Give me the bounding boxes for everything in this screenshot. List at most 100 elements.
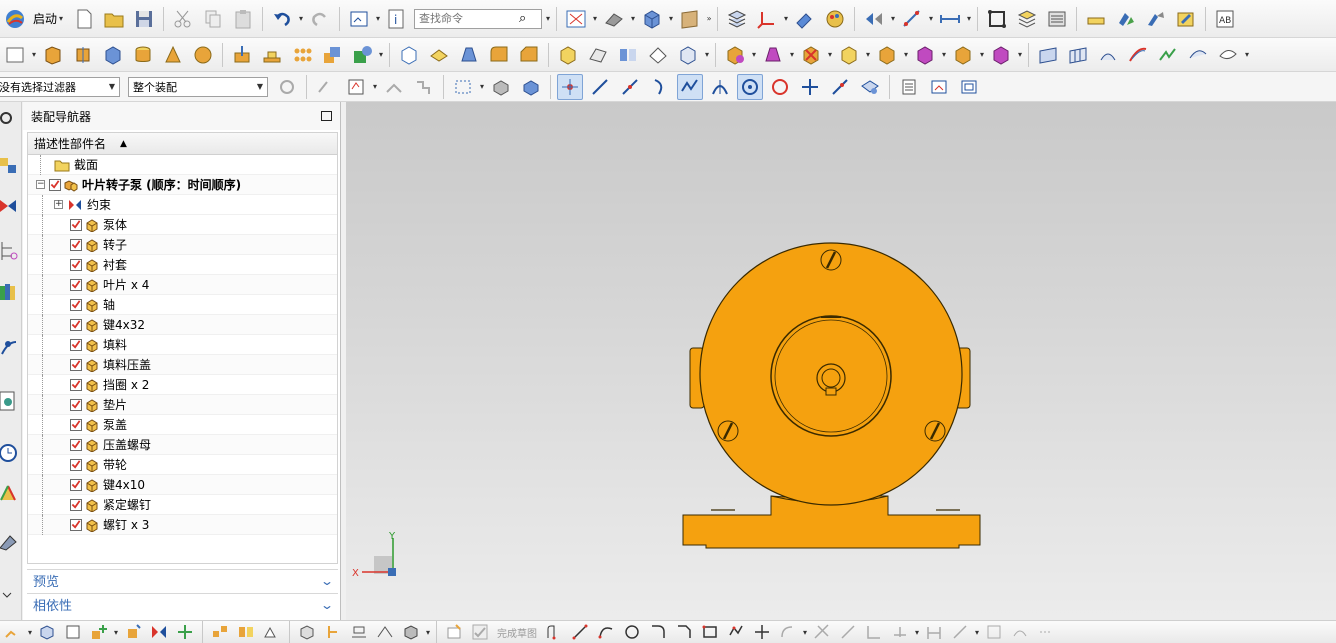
tree-row-part[interactable]: 压盖螺母 bbox=[28, 435, 337, 455]
layers-icon[interactable] bbox=[1014, 6, 1040, 32]
create-new-component-icon[interactable] bbox=[122, 622, 144, 642]
sew-icon[interactable] bbox=[645, 42, 671, 68]
offset-face-icon[interactable] bbox=[426, 42, 452, 68]
assembly-load-icon[interactable] bbox=[36, 622, 58, 642]
snap-intersection-icon[interactable] bbox=[677, 73, 703, 100]
snap-curve-icon[interactable] bbox=[647, 74, 673, 100]
subtract-icon[interactable] bbox=[349, 42, 375, 68]
screw-top[interactable] bbox=[820, 249, 842, 271]
dimension-icon[interactable] bbox=[923, 622, 945, 642]
extrude-icon[interactable] bbox=[40, 42, 66, 68]
wcs-icon[interactable] bbox=[754, 6, 780, 32]
sphere-icon[interactable] bbox=[190, 42, 216, 68]
snap-existing-point-icon[interactable] bbox=[797, 74, 823, 100]
tree-row-part[interactable]: 键4x10 bbox=[28, 475, 337, 495]
shell-icon[interactable] bbox=[396, 42, 422, 68]
type-filter-dropdown[interactable]: 没有选择过滤器 ▼ bbox=[0, 76, 120, 97]
offset-curve-icon[interactable] bbox=[777, 622, 799, 642]
visibility-checkbox[interactable] bbox=[70, 298, 82, 311]
delete-face-icon[interactable] bbox=[798, 42, 824, 68]
view-section-icon[interactable] bbox=[956, 74, 982, 100]
visibility-checkbox[interactable] bbox=[70, 378, 82, 391]
tree-row-part[interactable]: 带轮 bbox=[28, 455, 337, 475]
chevron-down-icon[interactable] bbox=[0, 582, 20, 608]
tree-row-section[interactable]: 截面 bbox=[28, 155, 337, 175]
chevron-down-icon[interactable]: ▾ bbox=[889, 14, 897, 23]
draft-icon[interactable] bbox=[456, 42, 482, 68]
snap-center-icon[interactable] bbox=[737, 73, 763, 100]
visibility-checkbox[interactable] bbox=[70, 398, 82, 411]
chevron-down-icon[interactable]: ▾ bbox=[703, 50, 711, 59]
find-command-input[interactable] bbox=[419, 12, 520, 25]
clearance-analysis-icon[interactable] bbox=[296, 622, 318, 642]
visibility-checkbox[interactable] bbox=[70, 338, 82, 351]
chevron-down-icon[interactable]: ▾ bbox=[782, 14, 790, 23]
chevron-down-icon[interactable]: ▾ bbox=[973, 628, 981, 637]
cone-icon[interactable] bbox=[160, 42, 186, 68]
tree-row-part[interactable]: 衬套 bbox=[28, 255, 337, 275]
chevron-down-icon[interactable]: ▾ bbox=[112, 628, 120, 637]
add-component-icon[interactable] bbox=[1113, 6, 1139, 32]
snap-tangent-icon[interactable] bbox=[707, 74, 733, 100]
chevron-down-icon[interactable]: ▾ bbox=[864, 50, 872, 59]
reuse-library-tab-icon[interactable] bbox=[0, 280, 20, 306]
sketch-icon[interactable] bbox=[1173, 6, 1199, 32]
mirror-icon[interactable] bbox=[615, 42, 641, 68]
clock-history-icon[interactable] bbox=[0, 440, 20, 466]
mate-constraint-icon[interactable] bbox=[148, 622, 170, 642]
filter-settings-icon[interactable] bbox=[274, 74, 300, 100]
tree-row-part[interactable]: 转子 bbox=[28, 235, 337, 255]
settings-gear-icon[interactable] bbox=[0, 106, 20, 132]
tree-row-part[interactable]: 填料压盖 bbox=[28, 355, 337, 375]
snap-quadrant-icon[interactable] bbox=[767, 74, 793, 100]
tree-row-constraints[interactable]: + 约束 bbox=[28, 195, 337, 215]
chevron-down-icon[interactable]: ▾ bbox=[544, 14, 552, 23]
tree-row-part[interactable]: 挡圈 x 2 bbox=[28, 375, 337, 395]
screw-left[interactable] bbox=[717, 420, 739, 442]
chevron-down-icon[interactable]: ▾ bbox=[801, 628, 809, 637]
start-menu-button[interactable]: 启动 ▾ bbox=[0, 5, 69, 33]
visibility-checkbox[interactable] bbox=[70, 278, 82, 291]
save-icon[interactable] bbox=[131, 6, 157, 32]
component-frame-icon[interactable] bbox=[62, 622, 84, 642]
constraints-sketch-icon[interactable] bbox=[889, 622, 911, 642]
visibility-checkbox[interactable] bbox=[70, 218, 82, 231]
move-component-icon[interactable] bbox=[174, 622, 196, 642]
selection-intent-icon[interactable] bbox=[313, 74, 339, 100]
select-window-icon[interactable] bbox=[346, 6, 372, 32]
tree-row-part[interactable]: 键4x32 bbox=[28, 315, 337, 335]
mirror-assembly-icon[interactable] bbox=[235, 622, 257, 642]
n-sided-icon[interactable] bbox=[1185, 42, 1211, 68]
search-icon[interactable]: ⌕ bbox=[519, 11, 526, 26]
rectangle-select-icon[interactable] bbox=[450, 74, 476, 100]
visibility-checkbox[interactable] bbox=[70, 438, 82, 451]
chevron-down-icon[interactable]: ▾ bbox=[667, 14, 675, 23]
assembly-navigator-tab-icon[interactable] bbox=[0, 152, 20, 178]
chevron-down-icon[interactable]: ▾ bbox=[913, 628, 921, 637]
visibility-checkbox[interactable] bbox=[70, 518, 82, 531]
convert-reference-icon[interactable] bbox=[1035, 622, 1057, 642]
preview-panel-header[interactable]: 预览 ⌄ bbox=[27, 569, 338, 591]
stop-at-intersection-icon[interactable] bbox=[381, 74, 407, 100]
route-icon[interactable] bbox=[348, 622, 370, 642]
pattern-icon[interactable] bbox=[289, 42, 315, 68]
swept-icon[interactable] bbox=[1125, 42, 1151, 68]
drafting-icon[interactable]: AB bbox=[1212, 6, 1238, 32]
chamfer-icon[interactable] bbox=[516, 42, 542, 68]
cylinder-icon[interactable] bbox=[130, 42, 156, 68]
solid-view-icon[interactable] bbox=[400, 622, 422, 642]
tree-row-part[interactable]: 泵盖 bbox=[28, 415, 337, 435]
constraint-navigator-tab-icon[interactable] bbox=[0, 194, 20, 220]
chevron-down-icon[interactable]: ▾ bbox=[377, 50, 385, 59]
fillet-icon[interactable] bbox=[647, 622, 669, 642]
collapse-icon[interactable]: − bbox=[36, 180, 45, 189]
profile-icon[interactable] bbox=[543, 622, 565, 642]
dependency-panel-header[interactable]: 相依性 ⌄ bbox=[27, 593, 338, 615]
tree-row-part[interactable]: 填料 bbox=[28, 335, 337, 355]
show-constraints-icon[interactable] bbox=[983, 622, 1005, 642]
wave-geometry-icon[interactable] bbox=[261, 622, 283, 642]
visibility-checkbox[interactable] bbox=[70, 418, 82, 431]
chevron-down-icon[interactable]: ▾ bbox=[57, 14, 65, 23]
chamfer-sketch-icon[interactable] bbox=[673, 622, 695, 642]
chevron-down-icon[interactable]: ▾ bbox=[424, 628, 432, 637]
